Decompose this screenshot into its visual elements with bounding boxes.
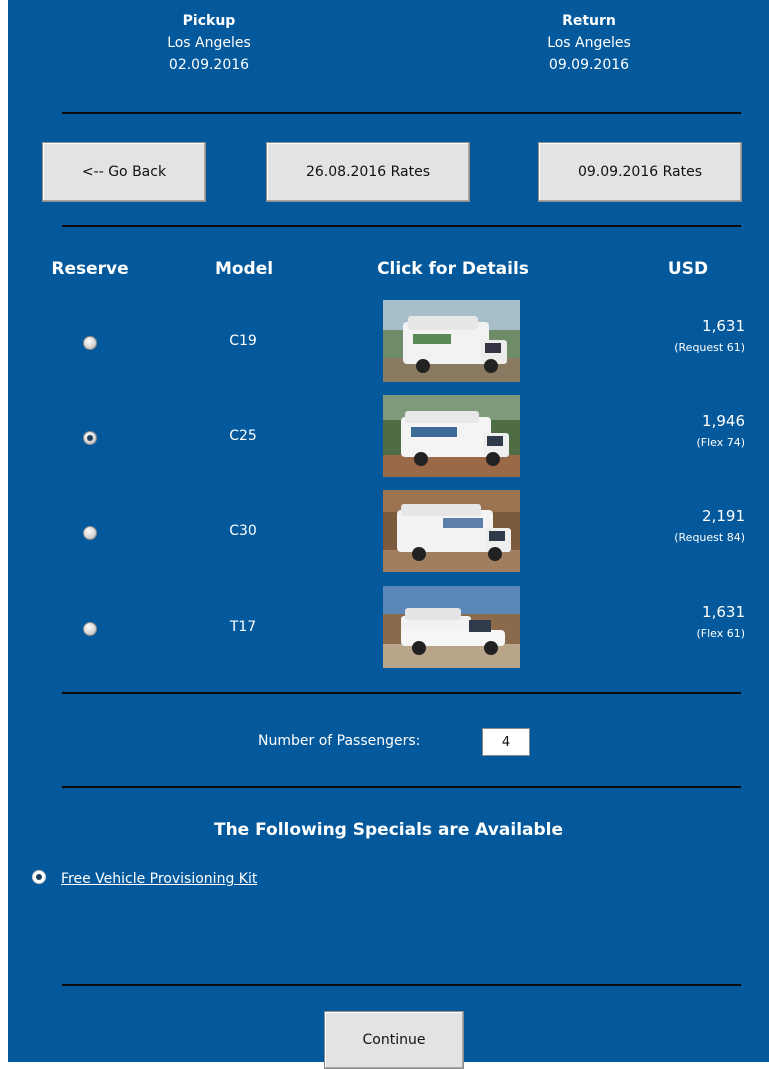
price-cell: 2,191 (Request 84) — [605, 506, 745, 546]
price-value: 2,191 — [702, 507, 745, 525]
rv-photo-icon[interactable] — [383, 300, 520, 382]
divider — [62, 112, 741, 114]
rv-photo-icon[interactable] — [383, 490, 520, 572]
price-cell: 1,946 (Flex 74) — [605, 411, 745, 451]
divider — [62, 984, 741, 986]
return-location: Los Angeles — [547, 35, 631, 51]
rv-photo-icon[interactable] — [383, 586, 520, 668]
model-label: C25 — [229, 428, 257, 444]
reserve-radio-c19[interactable] — [83, 336, 97, 350]
prev-rates-button[interactable]: 26.08.2016 Rates — [266, 142, 470, 202]
model-label: C30 — [229, 523, 257, 539]
price-note: (Flex 74) — [696, 436, 745, 449]
price-header: USD — [667, 259, 709, 279]
special-link[interactable]: Free Vehicle Provisioning Kit — [61, 871, 257, 887]
next-rates-button[interactable]: 09.09.2016 Rates — [538, 142, 742, 202]
model-label: T17 — [229, 619, 257, 635]
model-header: Model — [214, 259, 274, 279]
price-note: (Request 84) — [674, 531, 745, 544]
divider — [62, 692, 741, 694]
details-header: Click for Details — [377, 259, 529, 279]
divider — [62, 225, 741, 227]
passengers-input[interactable]: 4 — [482, 728, 530, 756]
return-block: Return Los Angeles 09.09.2016 — [489, 10, 689, 76]
price-cell: 1,631 (Request 61) — [605, 316, 745, 356]
pickup-date: 02.09.2016 — [168, 57, 250, 73]
specials-title: The Following Specials are Available — [213, 820, 564, 840]
return-date: 09.09.2016 — [548, 57, 630, 73]
reserve-header: Reserve — [51, 259, 129, 279]
reserve-radio-c30[interactable] — [83, 526, 97, 540]
price-value: 1,631 — [702, 603, 745, 621]
return-heading: Return — [562, 13, 616, 29]
divider — [62, 786, 741, 788]
booking-panel: Pickup Los Angeles 02.09.2016 Return Los… — [8, 0, 769, 1069]
price-value: 1,946 — [702, 412, 745, 430]
special-radio[interactable] — [32, 870, 46, 884]
pickup-heading: Pickup — [182, 13, 236, 29]
passengers-label: Number of Passengers: — [258, 733, 421, 749]
pickup-location: Los Angeles — [167, 35, 251, 51]
go-back-button[interactable]: <-- Go Back — [42, 142, 206, 202]
price-note: (Request 61) — [674, 341, 745, 354]
model-label: C19 — [229, 333, 257, 349]
price-note: (Flex 61) — [696, 627, 745, 640]
price-cell: 1,631 (Flex 61) — [605, 602, 745, 642]
rv-photo-icon[interactable] — [383, 395, 520, 477]
reserve-radio-t17[interactable] — [83, 622, 97, 636]
pickup-block: Pickup Los Angeles 02.09.2016 — [109, 10, 309, 76]
reserve-radio-c25[interactable] — [83, 431, 97, 445]
continue-button[interactable]: Continue — [324, 1011, 464, 1069]
price-value: 1,631 — [702, 317, 745, 335]
